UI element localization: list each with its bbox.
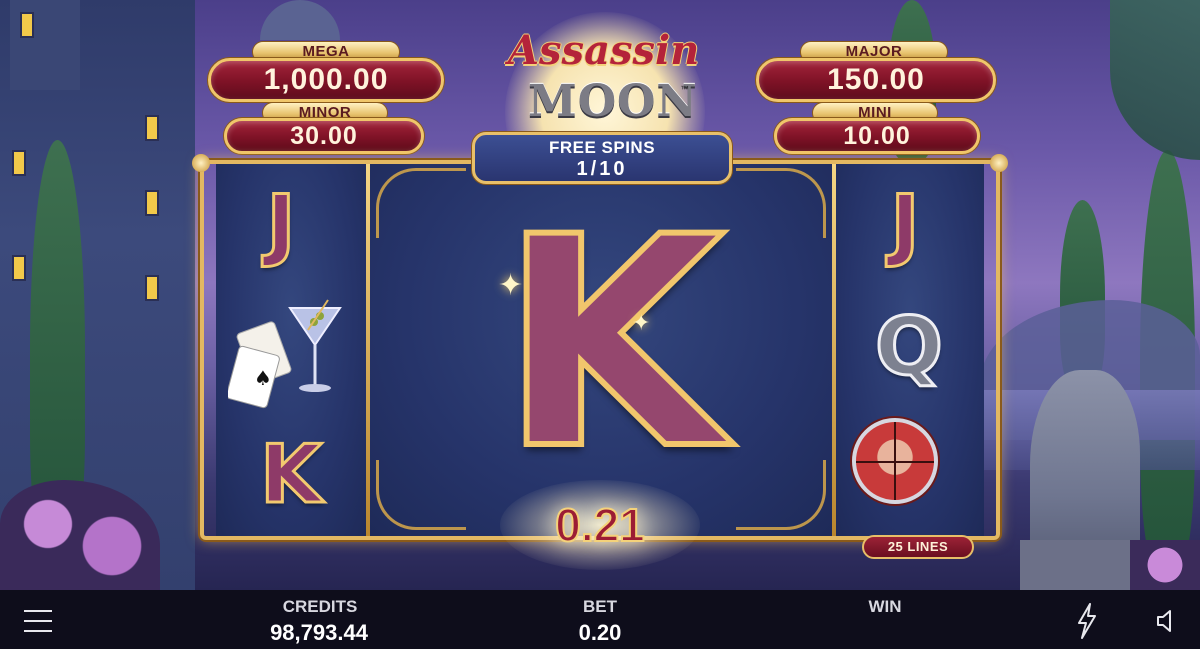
jackpot-mini-value: 10.00	[774, 118, 980, 154]
castle-window	[12, 255, 26, 281]
martini-cards-icon: ♠	[228, 299, 342, 409]
castle-window	[12, 150, 26, 176]
free-spins-title: FREE SPINS	[548, 138, 656, 157]
credits-value: 98,793.44	[270, 620, 368, 645]
jackpot-minor-value: 30.00	[224, 118, 424, 154]
flowers	[1130, 540, 1200, 590]
turbo-bolt-icon[interactable]	[1076, 603, 1098, 639]
game-logo-subtitle: MOON	[528, 76, 698, 127]
win-amount: 0.21	[554, 498, 646, 552]
assassin-target-icon	[852, 418, 938, 504]
crosshair	[894, 422, 896, 500]
ornament-corner	[376, 460, 466, 530]
credits-label: CREDITS	[282, 597, 358, 616]
svg-text:♠: ♠	[254, 366, 272, 390]
sound-icon[interactable]	[1156, 608, 1176, 634]
jackpot-major-value: 150.00	[756, 58, 996, 102]
symbol-k-expanded: K	[497, 176, 728, 513]
bet-value[interactable]: 0.20	[560, 620, 640, 646]
bet-label: BET	[583, 597, 617, 616]
jackpot-mega-value: 1,000.00	[208, 58, 444, 102]
symbol-q: Q	[873, 300, 944, 393]
trademark: ™	[680, 84, 689, 94]
castle-window	[145, 190, 159, 216]
castle-window	[145, 115, 159, 141]
ornament-corner	[736, 460, 826, 530]
ornament-corner	[376, 168, 466, 238]
sparkle-icon: ✦	[498, 269, 524, 302]
win-label: WIN	[868, 597, 902, 616]
sparkle-icon: ✦	[632, 310, 651, 335]
menu-icon[interactable]	[24, 610, 52, 632]
castle-window	[145, 275, 159, 301]
palm-leaves	[1110, 0, 1200, 160]
castle-window	[20, 12, 34, 38]
castle-dome	[260, 0, 340, 40]
symbol-j: J	[889, 179, 921, 272]
game-logo-title: Assassin	[508, 27, 700, 74]
paylines-badge: 25 LINES	[862, 535, 974, 559]
symbol-j: J	[265, 179, 297, 272]
symbol-k: K	[259, 428, 324, 521]
ornament-corner	[736, 168, 826, 238]
